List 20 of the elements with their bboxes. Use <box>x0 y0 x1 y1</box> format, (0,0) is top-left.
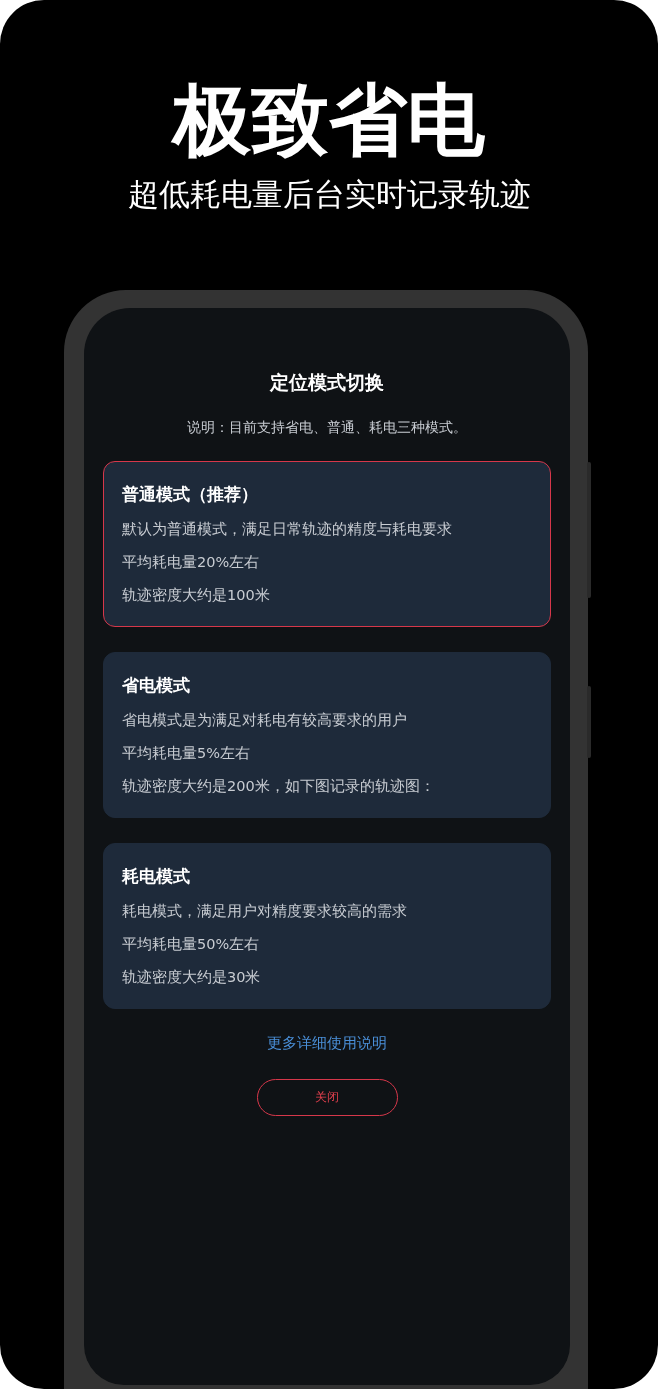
subtitle: 超低耗电量后台实时记录轨迹 <box>127 175 531 214</box>
dialog-title: 定位模式切换 <box>270 370 384 395</box>
mode-card[interactable]: 普通模式（推荐） 默认为普通模式，满足日常轨迹的精度与耗电要求 平均耗电量20%左右 轨迹密度大约是100米 <box>103 461 551 627</box>
mode-text: 轨迹密度大约是200米，如下图记录的轨迹图： <box>122 777 436 796</box>
mode-text: 平均耗电量5%左右 <box>122 744 251 763</box>
help-link[interactable]: 更多详细使用说明 <box>267 1031 387 1055</box>
mode-card[interactable]: 耗电模式 耗电模式，满足用户对精度要求较高的需求 平均耗电量50%左右 轨迹密度大约是30米 <box>103 843 551 1009</box>
mode-title: 耗电模式 <box>122 865 191 888</box>
mode-text: 耗电模式，满足用户对精度要求较高的需求 <box>122 902 408 921</box>
dialog-description: 说明：目前支持省电、普通、耗电三种模式。 <box>187 418 467 437</box>
headline: 极致省电 <box>173 76 485 164</box>
mode-text: 平均耗电量50%左右 <box>122 935 261 954</box>
mode-title: 省电模式 <box>122 674 191 697</box>
mode-card[interactable]: 省电模式 省电模式是为满足对耗电有较高要求的用户 平均耗电量5%左右 轨迹密度大约是200米，如下图记录的轨迹图： <box>103 652 551 818</box>
mode-text: 轨迹密度大约是30米 <box>122 968 262 987</box>
mode-text: 轨迹密度大约是100米 <box>122 586 271 605</box>
mode-text: 平均耗电量20%左右 <box>122 553 261 572</box>
mode-text: 省电模式是为满足对耗电有较高要求的用户 <box>122 711 408 730</box>
mode-title: 普通模式（推荐） <box>122 483 259 506</box>
mode-text: 默认为普通模式，满足日常轨迹的精度与耗电要求 <box>122 520 453 539</box>
